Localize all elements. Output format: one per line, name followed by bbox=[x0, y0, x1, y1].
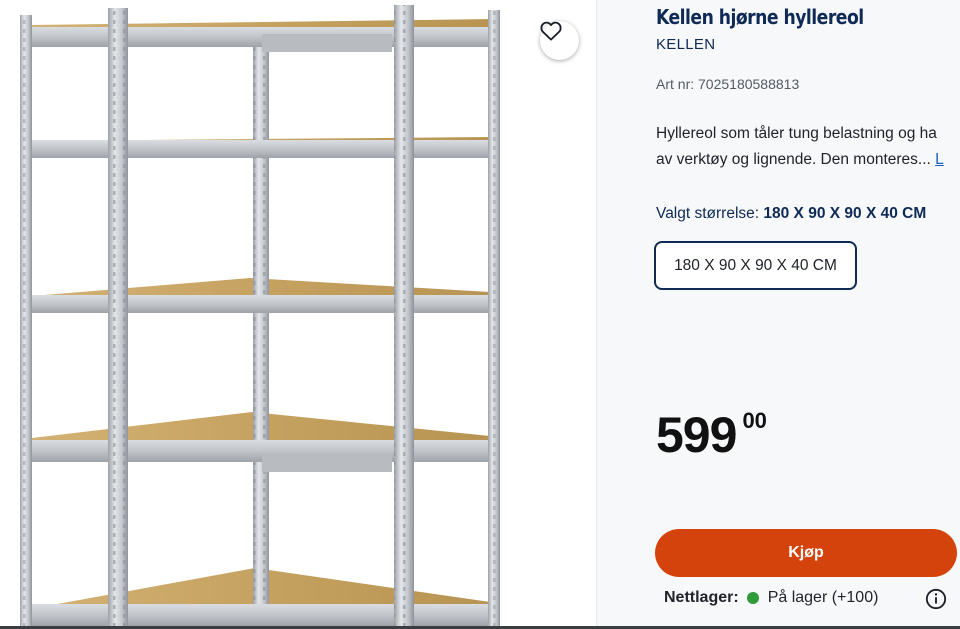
favorite-button[interactable] bbox=[540, 21, 579, 60]
selected-size: Valgt størrelse: 180 X 90 X 90 X 40 CM bbox=[656, 205, 926, 223]
stock-label: Nettlager: bbox=[664, 589, 739, 606]
stock-value: På lager (+100) bbox=[767, 589, 879, 606]
buy-button[interactable]: Kjøp bbox=[655, 529, 957, 577]
heart-outline-icon bbox=[540, 21, 562, 41]
price-decimals: 00 bbox=[742, 408, 767, 433]
product-title: Kellen hjørne hyllereol bbox=[656, 5, 864, 29]
info-circle-icon[interactable] bbox=[925, 588, 947, 610]
stock-status: Nettlager: På lager (+100) bbox=[664, 589, 878, 607]
selected-size-value: 180 X 90 X 90 X 40 CM bbox=[763, 205, 927, 222]
size-option-button[interactable]: 180 X 90 X 90 X 40 CM bbox=[654, 241, 857, 290]
description-line-2: av verktøy og lignende. Den monteres... … bbox=[656, 147, 960, 173]
read-more-link[interactable]: L bbox=[935, 151, 944, 168]
selected-size-label: Valgt størrelse: bbox=[656, 205, 760, 222]
price-integer: 599 bbox=[656, 407, 737, 463]
description-line-1: Hyllereol som tåler tung belastning og h… bbox=[656, 125, 937, 142]
description-line-2-text: av verktøy og lignende. Den monteres... bbox=[656, 151, 931, 168]
price: 599 00 bbox=[656, 407, 767, 463]
in-stock-dot-icon bbox=[746, 592, 759, 604]
article-number: Art nr: 7025180588813 bbox=[656, 76, 800, 92]
product-description: Hyllereol som tåler tung belastning og h… bbox=[656, 121, 960, 173]
product-image-gallery[interactable] bbox=[0, 0, 597, 629]
brand-link[interactable]: KELLEN bbox=[656, 36, 715, 53]
product-info-panel: Kellen hjørne hyllereol KELLEN Art nr: 7… bbox=[597, 0, 960, 629]
product-image bbox=[20, 5, 500, 629]
